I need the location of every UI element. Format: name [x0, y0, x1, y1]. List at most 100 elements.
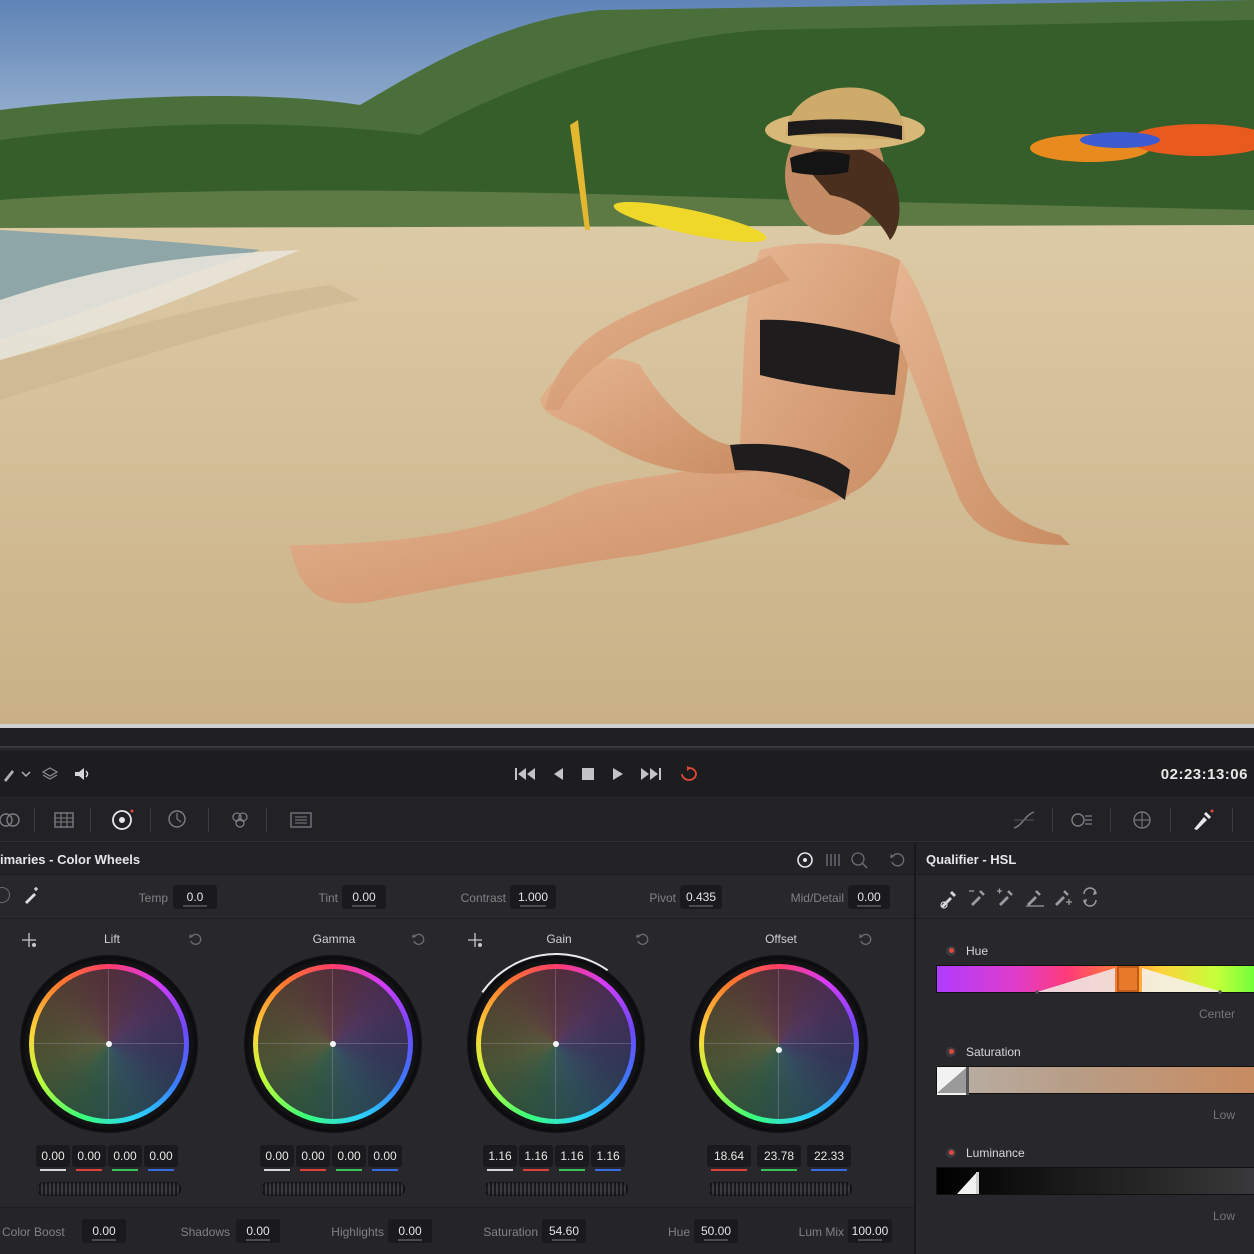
gain-master-jog[interactable] [484, 1182, 628, 1196]
temp-field[interactable]: 0.0 [173, 885, 217, 909]
contrast-field[interactable]: 1.000 [510, 885, 556, 909]
offset-master-jog[interactable] [708, 1182, 852, 1196]
step-back-button[interactable] [548, 764, 568, 784]
primaries-wheels-mode-icon[interactable] [794, 849, 816, 871]
luminance-label: Luminance [966, 1146, 1025, 1160]
gain-r-value[interactable]: 1.16 [519, 1145, 553, 1171]
tint-field[interactable]: 0.00 [342, 885, 386, 909]
picker-subtract-icon[interactable] [968, 887, 988, 912]
lift-b-value[interactable]: 0.00 [144, 1145, 178, 1171]
luminance-low-handle[interactable] [937, 1168, 985, 1196]
window-icon[interactable] [1128, 806, 1156, 834]
luminance-enable-toggle[interactable] [946, 1148, 956, 1158]
lift-color-wheel[interactable] [22, 957, 196, 1131]
auto-balance-icon[interactable] [0, 887, 10, 903]
offset-title: Offset [765, 932, 797, 946]
offset-wheel-handle[interactable] [776, 1047, 782, 1053]
gain-y-value[interactable]: 1.16 [483, 1145, 517, 1171]
saturation-low-handle[interactable] [937, 1067, 971, 1095]
lift-g-value[interactable]: 0.00 [108, 1145, 142, 1171]
hue-range-bar[interactable] [936, 965, 1254, 994]
video-viewer[interactable] [0, 0, 1254, 728]
gain-g-value[interactable]: 1.16 [555, 1145, 589, 1171]
reset-all-icon[interactable] [886, 849, 908, 871]
toolbar-separator [208, 808, 209, 832]
offset-reset-icon[interactable] [858, 931, 874, 947]
gamma-master-jog[interactable] [261, 1182, 405, 1196]
stop-button[interactable] [578, 764, 598, 784]
qualifier-tools-row [916, 875, 1254, 919]
gamma-y-value[interactable]: 0.00 [260, 1145, 294, 1171]
offset-r-value[interactable]: 18.64 [707, 1145, 751, 1171]
camera-raw-icon[interactable] [0, 806, 24, 834]
shadows-field[interactable]: 0.00 [236, 1219, 280, 1243]
lift-reset-icon[interactable] [188, 931, 204, 947]
gain-level-arc [450, 938, 662, 1150]
lift-picker-icon[interactable] [20, 931, 38, 954]
loop-button[interactable] [676, 764, 702, 784]
qualifier-header: Qualifier - HSL [916, 843, 1254, 875]
gain-reset-icon[interactable] [635, 931, 651, 947]
auto-color-icon[interactable] [22, 885, 42, 910]
feather-add-icon[interactable] [1052, 887, 1074, 912]
color-wheels-tool-icon[interactable] [108, 806, 136, 834]
offset-color-wheel[interactable] [692, 957, 866, 1131]
lift-master-jog[interactable] [37, 1182, 181, 1196]
feather-subtract-icon[interactable] [1024, 887, 1046, 912]
gain-b-value[interactable]: 1.16 [591, 1145, 625, 1171]
rgb-mixer-icon[interactable] [226, 806, 254, 834]
play-button[interactable] [608, 764, 628, 784]
picker-add-icon[interactable] [996, 887, 1016, 912]
skip-to-start-button[interactable] [512, 764, 538, 784]
qualifier-eyedropper-icon[interactable] [1188, 806, 1216, 834]
mid-detail-field[interactable]: 0.00 [848, 885, 890, 909]
toolbar-separator [1110, 808, 1111, 832]
saturation-range-bar[interactable] [936, 1066, 1254, 1095]
pivot-field[interactable]: 0.435 [680, 885, 722, 909]
toolbar-separator [90, 808, 91, 832]
color-match-icon[interactable] [50, 806, 78, 834]
speaker-icon[interactable] [72, 764, 94, 784]
palette-toolbar [0, 798, 1254, 842]
lift-r-value[interactable]: 0.00 [72, 1145, 106, 1171]
saturation-enable-toggle[interactable] [946, 1047, 956, 1057]
hdr-wheels-icon[interactable] [166, 806, 194, 834]
gamma-color-wheel[interactable] [246, 957, 420, 1131]
hue-center-handle[interactable] [1117, 966, 1139, 992]
panel-title: imaries - Color Wheels [0, 852, 141, 867]
color-warper-icon[interactable] [1068, 806, 1096, 834]
saturation-low-label: Low [1213, 1108, 1236, 1122]
saturation-label: Saturation [966, 1045, 1021, 1059]
gain-color-wheel[interactable] [450, 938, 662, 1150]
hue-enable-toggle[interactable] [946, 946, 956, 956]
offset-b-value[interactable]: 22.33 [807, 1145, 851, 1171]
skip-to-end-button[interactable] [638, 764, 664, 784]
highlights-field[interactable]: 0.00 [388, 1219, 432, 1243]
scrub-track[interactable] [0, 746, 1254, 748]
gain-picker-icon[interactable] [466, 931, 484, 954]
gamma-wheel-handle[interactable] [330, 1041, 336, 1047]
hue-label: Hue [667, 1225, 690, 1239]
gamma-g-value[interactable]: 0.00 [332, 1145, 366, 1171]
offset-g-value[interactable]: 23.78 [757, 1145, 801, 1171]
gamma-b-value[interactable]: 0.00 [368, 1145, 402, 1171]
log-mode-icon[interactable] [848, 849, 870, 871]
lum-mix-field[interactable]: 100.00 [848, 1219, 892, 1243]
curves-icon[interactable] [1010, 806, 1038, 834]
pivot-label: Pivot [649, 891, 676, 905]
layers-icon[interactable] [40, 764, 60, 784]
color-picker-dropdown-icon[interactable] [0, 764, 34, 784]
lift-wheel-handle[interactable] [106, 1041, 112, 1047]
gamma-r-value[interactable]: 0.00 [296, 1145, 330, 1171]
invert-icon[interactable] [1080, 887, 1100, 912]
color-boost-field[interactable]: 0.00 [82, 1219, 126, 1243]
qualifier-picker-icon[interactable] [938, 887, 960, 914]
hue-field[interactable]: 50.00 [694, 1219, 738, 1243]
timeline-scrubber[interactable] [0, 728, 1254, 750]
gamma-reset-icon[interactable] [411, 931, 427, 947]
primaries-bars-mode-icon[interactable] [822, 849, 844, 871]
lift-y-value[interactable]: 0.00 [36, 1145, 70, 1171]
saturation-field[interactable]: 54.60 [542, 1219, 586, 1243]
luminance-range-bar[interactable] [936, 1167, 1254, 1195]
motion-effects-icon[interactable] [286, 806, 314, 834]
